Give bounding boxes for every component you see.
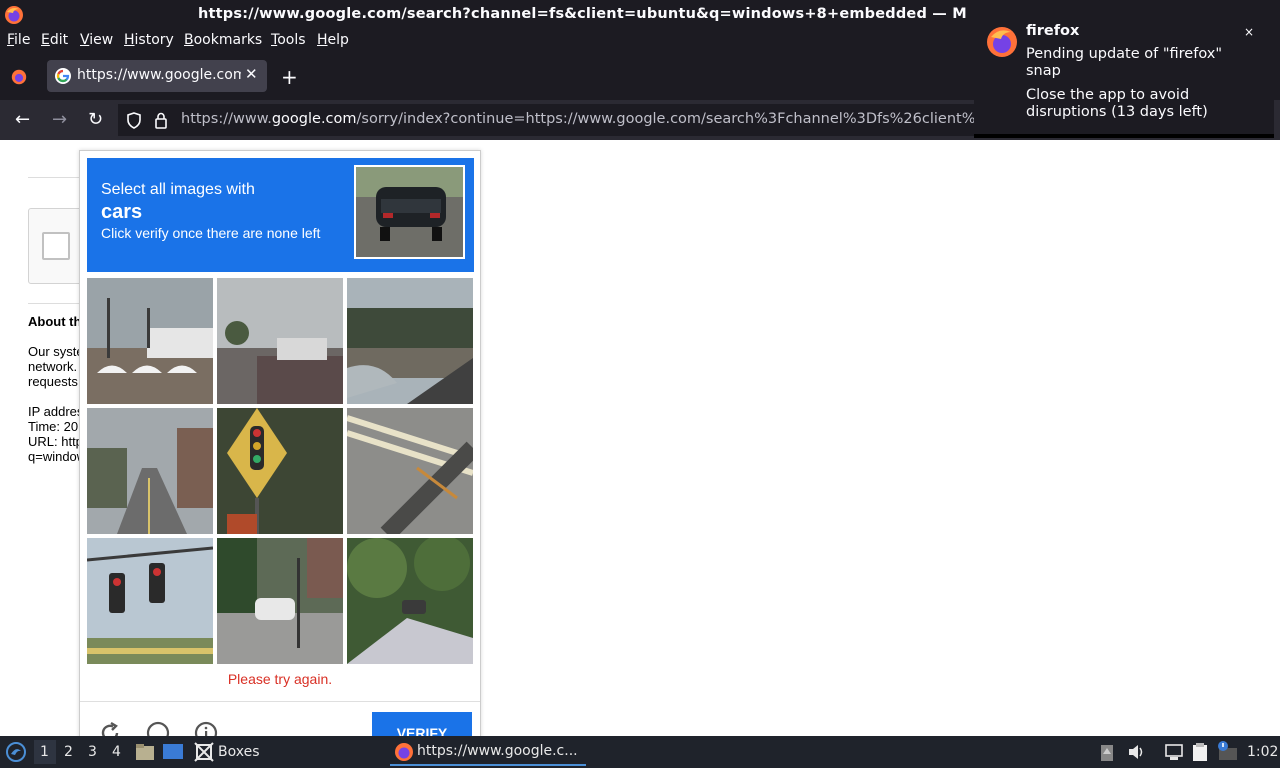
menu-label-rest: istory	[134, 32, 174, 48]
captcha-header: Select all images with cars Click verify…	[87, 158, 474, 272]
lock-icon[interactable]	[154, 112, 168, 129]
url-bar[interactable]: https://www.google.com/sorry/index?conti…	[118, 104, 978, 136]
firefox-view-icon[interactable]	[10, 68, 28, 86]
notification-app: firefox	[1026, 23, 1080, 39]
menu-mnemonic: E	[41, 32, 50, 48]
taskbar: 1 2 3 4 Boxes https://www.google.c... 1:…	[0, 736, 1280, 768]
tab-close-icon[interactable]: ✕	[245, 65, 258, 83]
shield-icon[interactable]	[126, 112, 142, 129]
meta-line: URL: http	[28, 434, 83, 449]
volume-icon[interactable]	[1127, 742, 1145, 762]
captcha-error: Please try again.	[227, 671, 333, 687]
meta-line: Time: 20	[28, 419, 79, 434]
menu-label-rest: ools	[277, 32, 306, 48]
reload-icon[interactable]: ↻	[88, 109, 103, 130]
meta-line: IP addres	[28, 404, 84, 419]
url-text[interactable]: https://www.google.com/sorry/index?conti…	[181, 111, 978, 127]
menu-file[interactable]: File	[7, 32, 30, 48]
firefox-icon	[987, 27, 1017, 57]
para-line: Our syste	[28, 344, 84, 359]
captcha-hint: Click verify once there are none left	[101, 225, 321, 241]
boxes-icon[interactable]	[194, 742, 214, 762]
para-line: requests	[28, 374, 78, 389]
menu-mnemonic: F	[7, 32, 15, 48]
recaptcha-checkbox[interactable]	[42, 232, 70, 260]
captcha-instruction: Select all images with	[101, 181, 255, 198]
workspace-3[interactable]: 3	[88, 744, 97, 760]
url-rest: /sorry/index?continue=https://www.google…	[356, 111, 978, 127]
url-prefix: https://www.	[181, 111, 272, 127]
menu-mnemonic: V	[80, 32, 90, 48]
clipboard-icon[interactable]	[1190, 742, 1210, 762]
boxes-label[interactable]: Boxes	[218, 744, 260, 760]
new-tab-icon[interactable]: +	[281, 65, 298, 89]
reload-challenge-icon[interactable]	[98, 721, 122, 736]
back-arrow-icon[interactable]: ←	[15, 109, 30, 130]
battery-icon[interactable]	[1100, 742, 1114, 762]
captcha-tile[interactable]	[217, 538, 343, 664]
request-meta: IP addres Time: 20 URL: http q=window	[28, 404, 86, 464]
menu-bookmarks[interactable]: Bookmarks	[184, 32, 262, 48]
menu-mnemonic: H	[124, 32, 135, 48]
captcha-tile[interactable]	[347, 278, 473, 404]
captcha-tile[interactable]	[87, 408, 213, 534]
tab-google[interactable]: https://www.google.com/ ✕	[47, 60, 267, 92]
menu-mnemonic: B	[184, 32, 194, 48]
notification-close-icon[interactable]: ×	[1244, 25, 1254, 39]
workspace-4[interactable]: 4	[112, 744, 121, 760]
network-icon[interactable]	[1164, 742, 1184, 762]
update-notification: firefox × Pending update of "firefox" sn…	[974, 10, 1274, 138]
clock[interactable]: 1:02	[1247, 744, 1278, 760]
menu-label-rest: ile	[14, 32, 31, 48]
captcha-tile[interactable]	[347, 408, 473, 534]
captcha-tile[interactable]	[87, 538, 213, 664]
menu-mnemonic: H	[317, 32, 328, 48]
meta-line: q=window	[28, 449, 87, 464]
menu-view[interactable]: View	[80, 32, 113, 48]
info-icon[interactable]	[194, 721, 218, 736]
firefox-icon	[5, 6, 23, 24]
captcha-sample-image	[354, 165, 465, 259]
about-heading: About th	[28, 314, 82, 329]
captcha-challenge: Select all images with cars Click verify…	[79, 150, 481, 736]
menu-history[interactable]: History	[124, 32, 174, 48]
verify-button[interactable]: VERIFY	[372, 712, 472, 736]
google-favicon-icon	[55, 68, 71, 84]
menu-help[interactable]: Help	[317, 32, 349, 48]
workspace-1[interactable]: 1	[40, 744, 49, 760]
taskbar-window-label: https://www.google.c...	[417, 743, 578, 759]
url-domain: google.com	[271, 111, 357, 127]
notifications-icon[interactable]	[1215, 740, 1239, 762]
firefox-icon	[395, 743, 413, 761]
file-manager-icon[interactable]	[135, 742, 155, 762]
forward-arrow-icon[interactable]: →	[52, 109, 67, 130]
notification-body: Close the app to avoid disruptions (13 d…	[1026, 87, 1208, 120]
captcha-tile[interactable]	[87, 278, 213, 404]
audio-challenge-icon[interactable]	[146, 721, 170, 736]
menu-label-rest: ookmarks	[193, 32, 263, 48]
window-title: https://www.google.com/search?channel=fs…	[198, 6, 967, 22]
para-line: network.	[28, 359, 78, 374]
captcha-target: cars	[101, 201, 143, 223]
menu-tools[interactable]: Tools	[271, 32, 306, 48]
captcha-tile[interactable]	[217, 408, 343, 534]
menu-label-rest: dit	[49, 32, 69, 48]
page-content: About th Our syste network. requests IP …	[0, 140, 1280, 736]
about-paragraph: Our syste network. requests	[28, 344, 84, 389]
taskbar-window-firefox[interactable]: https://www.google.c...	[390, 738, 586, 766]
menu-edit[interactable]: Edit	[41, 32, 68, 48]
app-menu-icon[interactable]	[6, 742, 26, 762]
desktop-icon[interactable]	[162, 742, 184, 762]
menu-label-rest: iew	[89, 32, 114, 48]
captcha-tile[interactable]	[217, 278, 343, 404]
tab-label: https://www.google.com/	[77, 67, 241, 83]
notification-summary: Pending update of "firefox" snap	[1026, 46, 1223, 79]
captcha-grid	[87, 278, 474, 664]
menu-label-rest: elp	[327, 32, 349, 48]
captcha-footer-divider	[80, 701, 480, 702]
captcha-tile[interactable]	[347, 538, 473, 664]
workspace-2[interactable]: 2	[64, 744, 73, 760]
